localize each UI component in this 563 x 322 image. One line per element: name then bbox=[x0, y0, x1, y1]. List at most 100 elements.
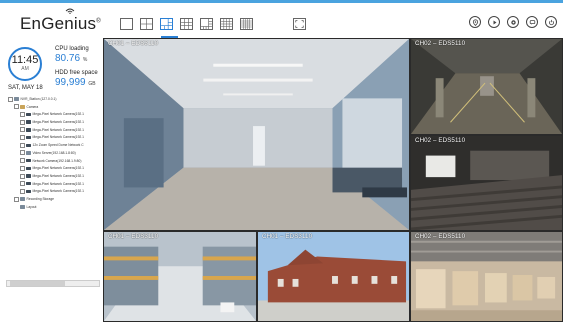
expand-toggle-icon[interactable] bbox=[20, 181, 25, 187]
tree-camera-item[interactable]: Mega-Pixel Network Camera(192.1 bbox=[8, 127, 103, 135]
power-icon[interactable] bbox=[545, 16, 557, 28]
tree-camera-item[interactable]: Network Camera(192.168.1.9:80) bbox=[8, 158, 103, 166]
expand-toggle-icon[interactable] bbox=[20, 135, 25, 141]
layout-1x1-icon[interactable] bbox=[120, 18, 133, 30]
camera-feed-parking bbox=[411, 39, 562, 134]
camera-feed-pallets bbox=[411, 232, 562, 321]
tree-camera-label: Mega-Pixel Network Camera(192.1 bbox=[32, 173, 85, 178]
tree-camera-item[interactable]: Mega-Pixel Network Camera(192.1 bbox=[8, 134, 103, 142]
logo-text: EnGenius bbox=[20, 14, 97, 33]
tree-camera-label: Mega-Pixel Network Camera(192.1 bbox=[32, 189, 85, 194]
tree-camera-item[interactable]: Mega-Pixel Network Camera(192.1 bbox=[8, 165, 103, 173]
channel-label: CH02 – EDS5110 bbox=[415, 233, 466, 240]
expand-toggle-icon[interactable] bbox=[20, 142, 25, 148]
expand-toggle-icon[interactable] bbox=[20, 188, 25, 194]
scrollbar-thumb[interactable] bbox=[10, 281, 65, 286]
tree-camera-item[interactable]: Mega-Pixel Network Camera(192.1 bbox=[8, 181, 103, 189]
play-icon[interactable] bbox=[488, 16, 500, 28]
tree-root-label: NVR_Station (127.0.0.1) bbox=[20, 97, 57, 101]
layout-icon bbox=[20, 205, 25, 209]
expand-toggle-icon[interactable] bbox=[20, 173, 25, 179]
video-tile-ch02-a[interactable]: CH02 – EDS5110 bbox=[410, 38, 563, 135]
cpu-loading-label: CPU loading bbox=[55, 46, 89, 52]
tree-layout-label: Layout bbox=[26, 204, 37, 209]
camera-icon bbox=[26, 158, 31, 163]
storage-icon bbox=[20, 197, 25, 201]
channel-label: CH02 – EDS5110 bbox=[415, 137, 466, 144]
fullscreen-icon[interactable] bbox=[293, 18, 306, 30]
device-tree: NVR_Station (127.0.0.1) Camera Mega-Pixe… bbox=[8, 96, 103, 211]
channel-label: CH01 – EDS3110 bbox=[262, 233, 313, 240]
camera-icon bbox=[26, 128, 31, 132]
camera-icon bbox=[26, 135, 31, 140]
tree-camera-item[interactable]: Mega-Pixel Network Camera(192.1 bbox=[8, 119, 103, 127]
chat-icon[interactable] bbox=[526, 16, 538, 28]
tree-layout[interactable]: Layout bbox=[8, 204, 103, 212]
tree-camera-label: Mega-Pixel Network Camera(192.1 bbox=[32, 181, 85, 186]
hdd-free-label: HDD free space bbox=[55, 70, 98, 76]
video-tile-ch02-c[interactable]: CH02 – EDS5110 bbox=[410, 231, 563, 322]
tree-camera-item[interactable]: Mega-Pixel Network Camera(192.1 bbox=[8, 111, 103, 119]
video-tile-ch01-b[interactable]: CH01 – EDS3110 bbox=[103, 231, 257, 322]
clock-ampm: AM bbox=[21, 66, 29, 72]
camera-icon bbox=[26, 189, 31, 194]
layout-2x2-icon[interactable] bbox=[140, 18, 153, 30]
channel-label: CH01 – EDS3110 bbox=[108, 40, 159, 47]
tree-horizontal-scrollbar[interactable] bbox=[6, 280, 100, 287]
wifi-icon bbox=[65, 8, 75, 14]
tree-recording-storage-label: Recording Storage bbox=[26, 196, 55, 201]
layout-switcher bbox=[120, 18, 253, 34]
tree-camera-item[interactable]: Mega-Pixel Network Camera(192.1 bbox=[8, 173, 103, 181]
tree-camera-item[interactable]: Mega-Pixel Network Camera(192.1 bbox=[8, 188, 103, 196]
channel-label: CH01 – EDS3110 bbox=[108, 233, 159, 240]
layout-1plus5-icon[interactable] bbox=[160, 18, 173, 30]
camera-icon bbox=[26, 166, 31, 171]
server-icon bbox=[14, 97, 19, 101]
collapse-toggle-icon[interactable] bbox=[8, 96, 13, 102]
location-icon[interactable] bbox=[469, 16, 481, 28]
dome-camera-icon bbox=[26, 143, 31, 147]
video-tile-ch01-main[interactable]: CH01 – EDS3110 bbox=[103, 38, 410, 231]
cpu-value: 80.76 bbox=[55, 53, 81, 64]
tree-camera-item[interactable]: 12x Zoom Speed Dome Network C bbox=[8, 142, 103, 150]
video-grid: CH01 – EDS3110 CH02 – EDS5110 CH02 – EDS bbox=[103, 38, 563, 322]
tree-camera-folder-label: Camera bbox=[26, 104, 39, 109]
layout-5x5-icon[interactable] bbox=[240, 18, 253, 30]
layout-1plus7-icon[interactable] bbox=[200, 18, 213, 30]
tree-root[interactable]: NVR_Station (127.0.0.1) bbox=[8, 96, 103, 104]
folder-icon bbox=[20, 105, 25, 109]
camera-feed-auditorium bbox=[411, 136, 562, 230]
video-tile-ch01-c[interactable]: CH01 – EDS3110 bbox=[257, 231, 410, 322]
cpu-unit: % bbox=[82, 57, 88, 63]
video-tile-ch02-b[interactable]: CH02 – EDS5110 bbox=[410, 135, 563, 231]
tree-recording-storage[interactable]: Recording Storage bbox=[8, 196, 103, 204]
tree-camera-label: Mega-Pixel Network Camera(192.1 bbox=[32, 166, 85, 171]
tree-camera-folder[interactable]: Camera bbox=[8, 104, 103, 112]
top-accent-bar bbox=[0, 0, 563, 3]
layout-4x4-icon[interactable] bbox=[220, 18, 233, 30]
camera-icon bbox=[26, 112, 31, 117]
sidebar: 11:45 AM SAT, MAY 18 CPU loading 80.76 %… bbox=[0, 38, 104, 322]
tree-camera-label: Video Server(192.168.1.8:80) bbox=[32, 150, 76, 155]
expand-toggle-icon[interactable] bbox=[20, 112, 25, 117]
tree-camera-label: Mega-Pixel Network Camera(192.1 bbox=[32, 135, 85, 140]
camera-feed-interior bbox=[104, 39, 409, 230]
video-server-icon bbox=[26, 151, 31, 155]
expand-toggle-icon[interactable] bbox=[20, 119, 25, 125]
hdd-free-value: 99,999 GB bbox=[55, 77, 96, 88]
collapse-toggle-icon[interactable] bbox=[14, 104, 19, 110]
camera-icon bbox=[26, 181, 31, 186]
expand-toggle-icon[interactable] bbox=[20, 127, 25, 133]
engenius-logo: EnGenius® bbox=[20, 8, 101, 34]
camera-feed-warehouse bbox=[104, 232, 256, 321]
expand-toggle-icon[interactable] bbox=[20, 158, 25, 164]
channel-label: CH02 – EDS5110 bbox=[415, 40, 466, 47]
expand-toggle-icon[interactable] bbox=[20, 150, 25, 156]
layout-3x3-icon[interactable] bbox=[180, 18, 193, 30]
tree-camera-item[interactable]: Video Server(192.168.1.8:80) bbox=[8, 150, 103, 158]
expand-toggle-icon[interactable] bbox=[14, 196, 19, 202]
settings-icon[interactable] bbox=[507, 16, 519, 28]
camera-icon bbox=[26, 120, 31, 124]
expand-toggle-icon[interactable] bbox=[20, 165, 25, 171]
cpu-loading-value: 80.76 % bbox=[55, 53, 87, 64]
